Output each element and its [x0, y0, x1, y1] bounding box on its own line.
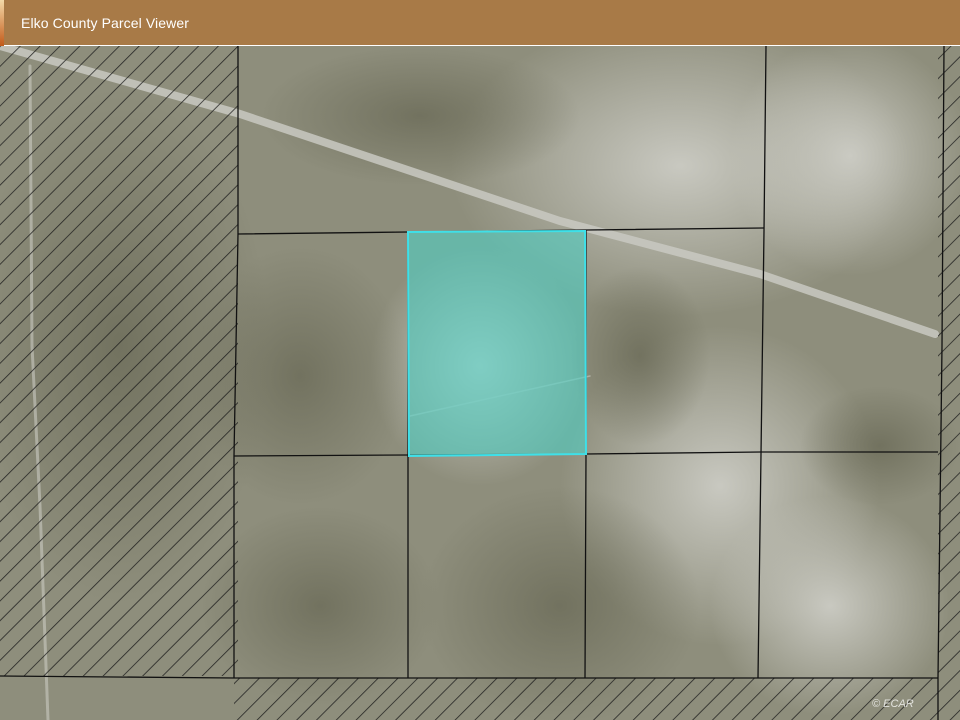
title-bar: Elko County Parcel Viewer — [0, 0, 960, 46]
app-logo — [0, 0, 4, 46]
selected-parcel[interactable] — [406, 229, 588, 458]
app-title: Elko County Parcel Viewer — [21, 14, 189, 31]
map-view[interactable]: © ECAR — [0, 46, 960, 720]
map-canvas[interactable] — [0, 46, 960, 720]
map-attribution: © ECAR — [872, 698, 914, 710]
